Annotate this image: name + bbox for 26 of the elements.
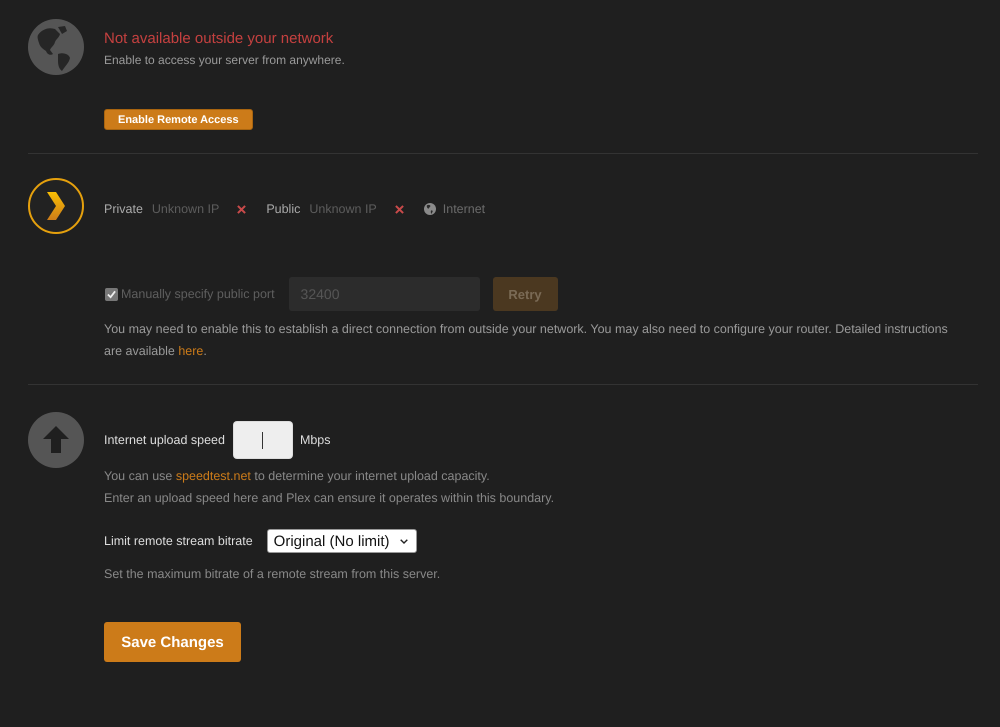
field-label: Limit remote stream bitrate xyxy=(104,534,253,548)
globe-icon xyxy=(424,203,436,215)
unit-label: Mbps xyxy=(300,433,331,447)
status-title: Not available outside your network xyxy=(104,30,334,48)
chevron-down-icon xyxy=(400,538,408,544)
globe-icon xyxy=(28,19,84,75)
checkbox-label: Manually specify public port xyxy=(121,287,275,301)
text-cursor xyxy=(262,432,264,448)
save-changes-button[interactable]: Save Changes xyxy=(104,622,241,662)
upload-speed-input-field[interactable] xyxy=(234,422,292,458)
help-link[interactable]: speedtest.net xyxy=(176,469,251,483)
internet-label: Internet xyxy=(442,202,486,216)
help-text: You may need to enable this to establish a direct connection from outside your network. You may also need to configure your router. Detailed instructions are available here. xyxy=(104,321,949,360)
field-label: Internet upload speed xyxy=(104,433,225,447)
address-value: Unknown IP xyxy=(309,202,377,216)
address-label: Private xyxy=(104,202,143,216)
address-label: Public xyxy=(266,202,300,216)
checkmark-icon xyxy=(107,290,116,298)
address-value: Unknown IP xyxy=(152,202,220,216)
hint-text: Set the maximum bitrate of a remote stream from this server. xyxy=(104,566,440,583)
chevron-logo-icon xyxy=(28,178,84,234)
hint-text: You can use speedtest.net to determine your internet upload capacity. xyxy=(104,468,491,485)
hint-text: Enter an upload speed here and Plex can ensure it operates within this boundary. xyxy=(104,490,554,507)
status-subtitle: Enable to access your server from anywhere. xyxy=(104,52,345,68)
bitrate-dropdown[interactable]: Original (No limit) xyxy=(266,529,417,553)
enable-remote-access-button[interactable]: Enable Remote Access xyxy=(104,109,253,130)
